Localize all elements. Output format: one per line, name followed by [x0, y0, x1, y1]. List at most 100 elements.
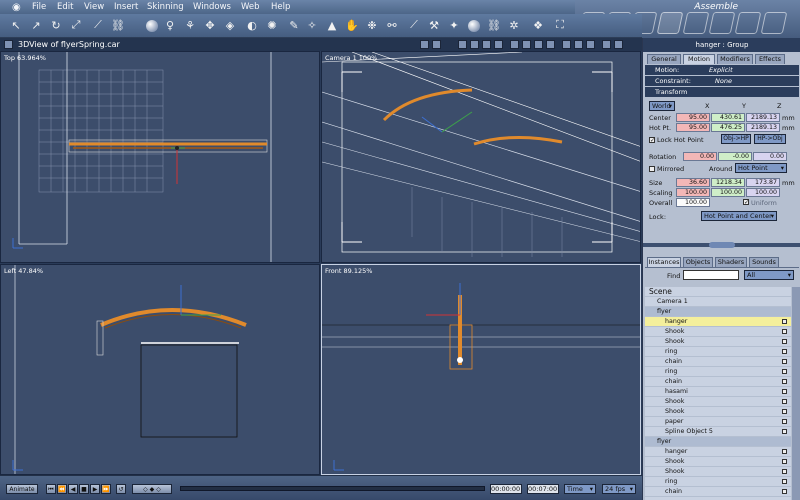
move-arrow-icon[interactable]: ↗	[28, 17, 44, 33]
skeleton-icon[interactable]: ⚘	[182, 17, 198, 33]
visibility-box-icon[interactable]	[782, 359, 787, 364]
pin-icon[interactable]: ⟋	[406, 17, 422, 33]
visibility-box-icon[interactable]	[782, 369, 787, 374]
motion-value[interactable]: Explicit	[709, 65, 733, 75]
menu-help[interactable]: Help	[271, 2, 290, 12]
bone-icon[interactable]: ✥	[202, 17, 218, 33]
menu-view[interactable]: View	[84, 2, 104, 12]
time-start-field[interactable]: 00:00:00	[490, 484, 522, 494]
layout-two-icon[interactable]	[470, 40, 479, 49]
tab-general[interactable]: General	[647, 54, 681, 64]
room-render-icon[interactable]	[682, 12, 710, 34]
tree-item[interactable]: Shook	[645, 467, 791, 477]
viewport-left[interactable]: Left 47.84%	[0, 264, 320, 475]
fast-forward-icon[interactable]: ⏩	[101, 484, 111, 494]
time-mode-select[interactable]: Time	[564, 484, 596, 494]
center-x-field[interactable]: 95.00	[676, 113, 710, 122]
go-start-icon[interactable]: ⏮	[46, 484, 56, 494]
divider-handle-icon[interactable]	[709, 242, 735, 248]
center-z-field[interactable]: 2189.13	[746, 113, 780, 122]
rewind-icon[interactable]: ⏪	[57, 484, 67, 494]
hotpt-x-field[interactable]: 95.00	[676, 123, 710, 132]
visibility-box-icon[interactable]	[782, 419, 787, 424]
tree-item[interactable]: chain	[645, 357, 791, 367]
tree-item[interactable]: Shook	[645, 337, 791, 347]
tree-item[interactable]: chain	[645, 377, 791, 387]
tree-item[interactable]: hanger	[645, 447, 791, 457]
render-area-icon[interactable]	[602, 40, 611, 49]
tree-item[interactable]: Camera 1	[645, 297, 791, 307]
box-mode-icon[interactable]	[586, 40, 595, 49]
tree-item[interactable]: ring	[645, 367, 791, 377]
tree-item[interactable]: Spline Object 5	[645, 427, 791, 437]
mirrored-checkbox[interactable]	[649, 166, 655, 172]
obj-to-hp-button[interactable]: Obj->HP	[721, 134, 751, 144]
cone-icon[interactable]: ▲	[324, 17, 340, 33]
visibility-box-icon[interactable]	[782, 389, 787, 394]
tab-instances[interactable]: Instances	[647, 257, 681, 267]
visibility-box-icon[interactable]	[782, 329, 787, 334]
fps-select[interactable]: 24 fps	[602, 484, 636, 494]
shade-icon[interactable]	[562, 40, 571, 49]
light-icon[interactable]: ♀	[162, 17, 178, 33]
lock-select[interactable]: Hot Point and Center	[701, 211, 777, 221]
tree-item[interactable]: Shook	[645, 397, 791, 407]
magic-wand-icon[interactable]: ⟋	[90, 17, 106, 33]
lock-hot-point-checkbox[interactable]: ✓	[649, 137, 655, 144]
tab-effects[interactable]: Effects	[755, 54, 785, 64]
tree-item[interactable]: hasami	[645, 387, 791, 397]
chain-tool-icon[interactable]: ⛓	[486, 17, 502, 33]
tree-item[interactable]: ring	[645, 477, 791, 487]
grid-toggle-icon[interactable]	[420, 40, 429, 49]
uniform-checkbox[interactable]: ✓	[743, 199, 749, 206]
visibility-box-icon[interactable]	[782, 339, 787, 344]
time-end-field[interactable]: 00:07:00	[527, 484, 559, 494]
tab-objects[interactable]: Objects	[683, 257, 713, 267]
space-select[interactable]: World	[649, 101, 675, 111]
layout-three-icon[interactable]	[482, 40, 491, 49]
orbit-icon[interactable]	[534, 40, 543, 49]
tree-item[interactable]: Shook	[645, 457, 791, 467]
fit-icon[interactable]	[546, 40, 555, 49]
constraint-row[interactable]: Constraint: None	[645, 76, 799, 86]
magnet-icon[interactable]: ⚯	[384, 17, 400, 33]
size-y-field[interactable]: 1218.34	[711, 178, 745, 187]
visibility-box-icon[interactable]	[782, 429, 787, 434]
layout-one-icon[interactable]	[458, 40, 467, 49]
tree-item[interactable]: Shook	[645, 327, 791, 337]
animate-button[interactable]: Animate	[6, 484, 38, 494]
visibility-box-icon[interactable]	[782, 319, 787, 324]
room-assemble-icon[interactable]	[656, 12, 684, 34]
key-controls[interactable]: ◇ ◆ ◇	[132, 484, 172, 494]
view-close-icon[interactable]	[4, 40, 13, 49]
hotpt-z-field[interactable]: 2189.13	[746, 123, 780, 132]
play-icon[interactable]: ▶	[90, 484, 100, 494]
scaling-y-field[interactable]: 100.00	[711, 188, 745, 197]
tab-sounds[interactable]: Sounds	[749, 257, 779, 267]
rotation-x-field[interactable]: 0.00	[683, 152, 717, 161]
tab-shaders[interactable]: Shaders	[715, 257, 747, 267]
visibility-box-icon[interactable]	[782, 449, 787, 454]
gear-icon[interactable]: ✺	[264, 17, 280, 33]
visibility-box-icon[interactable]	[782, 409, 787, 414]
tree-item[interactable]: flyer	[645, 437, 791, 447]
visibility-box-icon[interactable]	[782, 469, 787, 474]
center-y-field[interactable]: 430.61	[711, 113, 745, 122]
tree-item[interactable]: chain	[645, 487, 791, 497]
select-arrow-icon[interactable]: ↖	[8, 17, 24, 33]
viewport-camera[interactable]: Camera 1 100%	[321, 51, 641, 263]
visibility-box-icon[interactable]	[782, 379, 787, 384]
hp-to-obj-button[interactable]: HP->Obj	[754, 134, 786, 144]
filter-select[interactable]: All	[744, 270, 794, 280]
size-z-field[interactable]: 173.87	[746, 178, 780, 187]
stop-icon[interactable]: ■	[79, 484, 89, 494]
visibility-box-icon[interactable]	[782, 489, 787, 494]
visibility-box-icon[interactable]	[782, 479, 787, 484]
overall-field[interactable]: 100.00	[676, 198, 710, 207]
effector-icon[interactable]: ✦	[446, 17, 462, 33]
scale-icon[interactable]: ⤢	[68, 17, 84, 33]
rotation-z-field[interactable]: 0.00	[753, 152, 787, 161]
tree-item[interactable]: ring	[645, 347, 791, 357]
camera-icon[interactable]: ◐	[244, 17, 260, 33]
room-storyboard-icon[interactable]	[708, 12, 736, 34]
